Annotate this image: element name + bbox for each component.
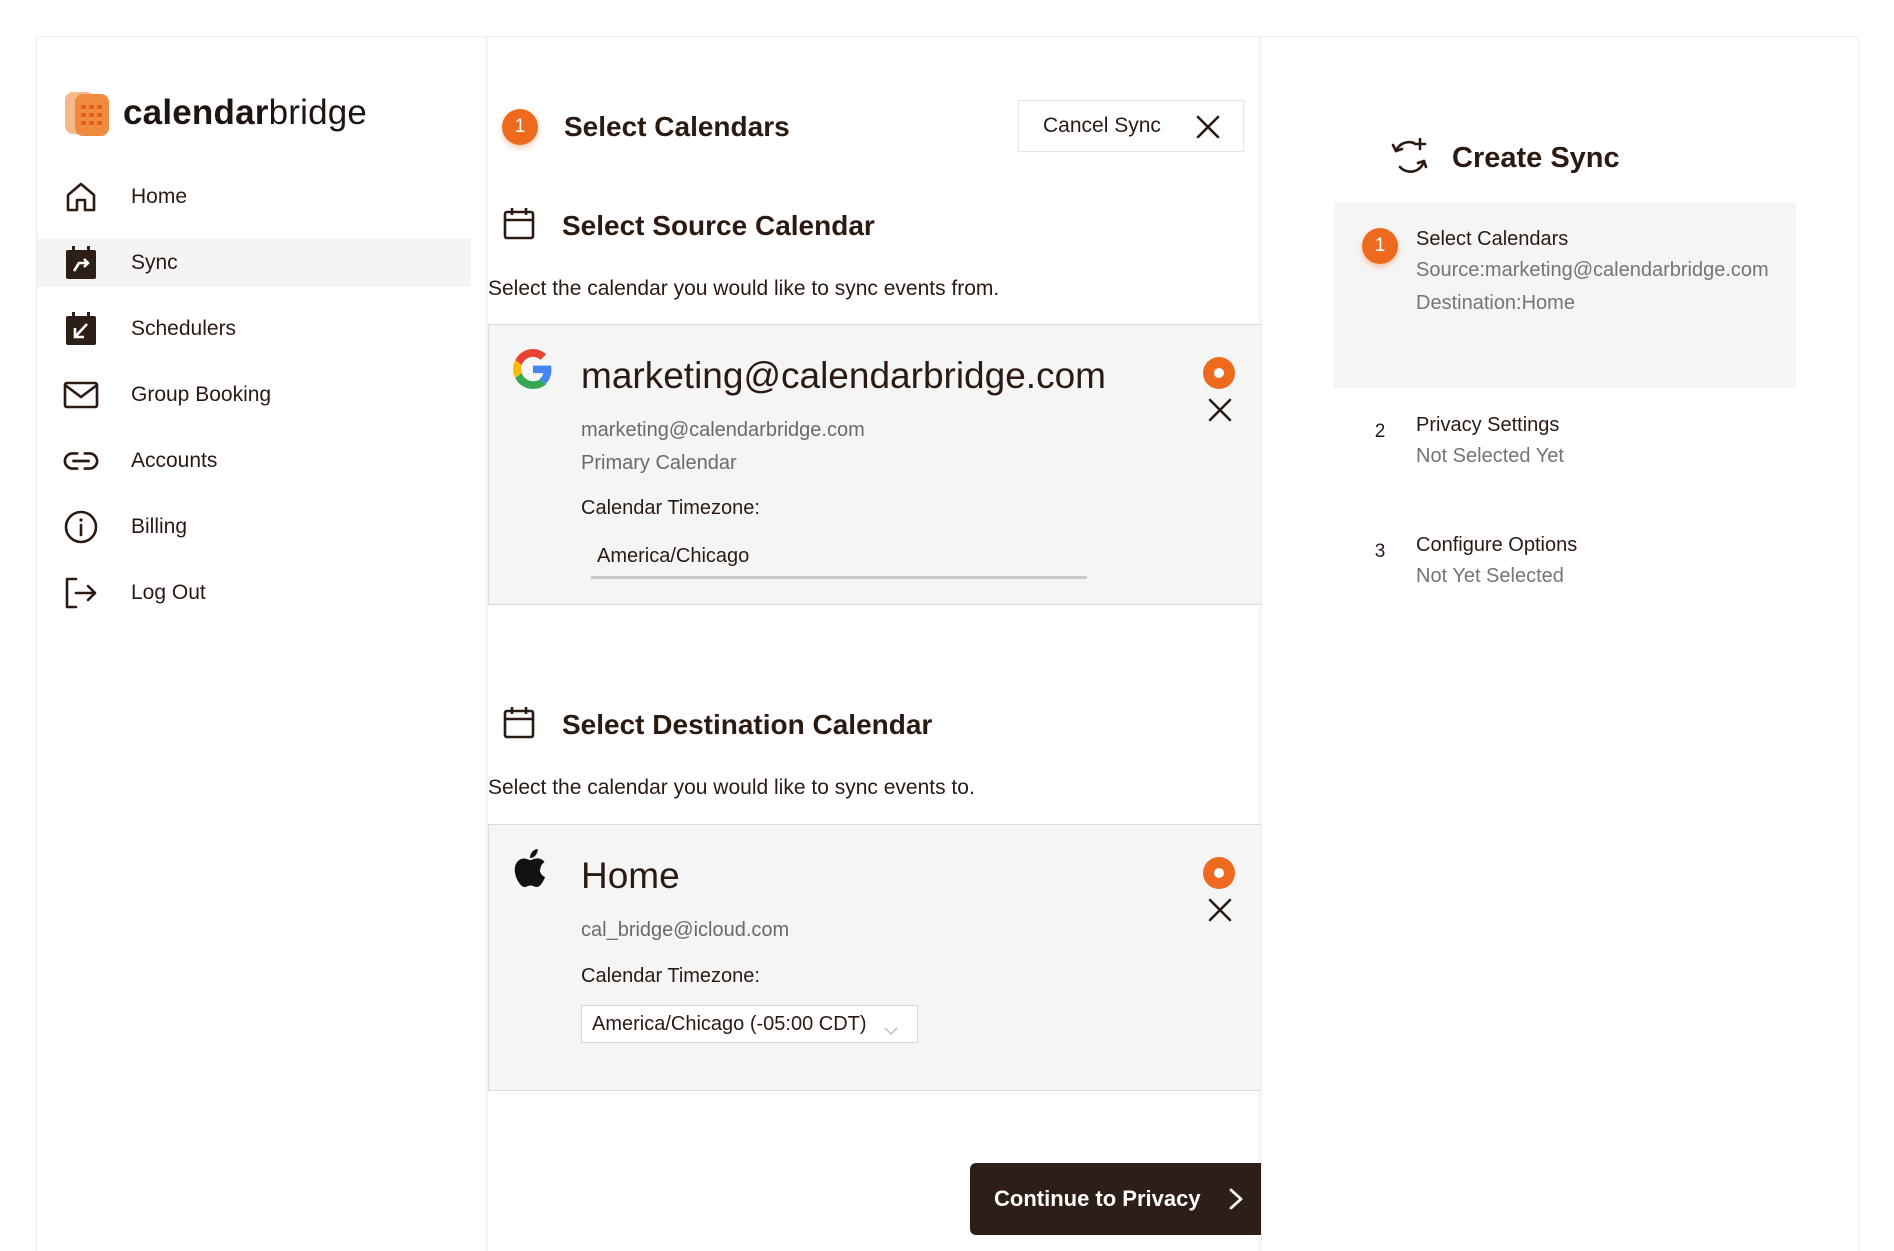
sidebar-item-sync[interactable]: Sync <box>37 239 471 287</box>
source-calendar-email: marketing@calendarbridge.com <box>581 419 865 441</box>
sidebar-item-home[interactable]: Home <box>37 173 471 221</box>
destination-timezone-select[interactable]: America/Chicago (-05:00 CDT) <box>581 1005 918 1043</box>
main-panel: 1 Select Calendars Cancel Sync Select So… <box>487 36 1268 1251</box>
sidebar-item-label: Schedulers <box>131 317 237 340</box>
cancel-sync-label: Cancel Sync <box>1043 114 1161 137</box>
link-icon <box>63 443 99 479</box>
chevron-down-icon <box>883 1015 899 1051</box>
step-number-badge: 1 <box>1362 228 1398 264</box>
logout-icon <box>63 575 99 611</box>
sidebar-item-label: Sync <box>131 251 178 274</box>
destination-description: Select the calendar you would like to sy… <box>488 776 975 799</box>
step-label: Privacy Settings <box>1416 414 1560 436</box>
destination-calendar-card[interactable]: Home cal_bridge@icloud.com Calendar Time… <box>488 824 1262 1091</box>
destination-calendar-name: Home <box>581 855 680 896</box>
destination-calendar-email: cal_bridge@icloud.com <box>581 919 790 941</box>
step-label: Select Calendars <box>1416 228 1569 250</box>
remove-source-calendar-icon[interactable] <box>1207 397 1233 428</box>
close-icon <box>1195 114 1221 146</box>
sync-calendar-icon <box>63 245 99 281</box>
continue-to-privacy-button[interactable]: Continue to Privacy <box>970 1163 1268 1235</box>
source-timezone-label: Calendar Timezone: <box>581 497 760 519</box>
sync-steps-list: 1 Select Calendars Source:marketing@cale… <box>1334 202 1796 628</box>
sidebar-item-schedulers[interactable]: Schedulers <box>37 305 471 353</box>
step-detail: Not Selected Yet <box>1416 445 1564 467</box>
source-timezone-field[interactable]: America/Chicago <box>591 537 1087 579</box>
destination-timezone-value: America/Chicago (-05:00 CDT) <box>592 1013 867 1035</box>
source-calendar-type: Primary Calendar <box>581 452 737 474</box>
step-detail-destination: Destination:Home <box>1416 292 1575 314</box>
step-number-badge: 2 <box>1362 414 1398 450</box>
remove-destination-calendar-icon[interactable] <box>1207 897 1233 928</box>
source-calendar-card[interactable]: marketing@calendarbridge.com marketing@c… <box>488 324 1262 605</box>
calendarbridge-logo-icon <box>63 88 111 138</box>
sidebar-item-label: Billing <box>131 515 188 538</box>
google-icon <box>513 349 553 389</box>
sidebar-item-label: Group Booking <box>131 383 272 406</box>
step-configure-options[interactable]: 3 Configure Options Not Yet Selected <box>1334 508 1796 628</box>
destination-calendar-radio[interactable] <box>1203 857 1235 889</box>
continue-label: Continue to Privacy <box>994 1186 1201 1211</box>
sidebar-item-billing[interactable]: Billing <box>37 503 471 551</box>
info-icon <box>63 509 99 545</box>
mail-icon <box>63 377 99 413</box>
destination-timezone-label: Calendar Timezone: <box>581 965 760 987</box>
step-detail-source: Source:marketing@calendarbridge.com <box>1416 259 1769 281</box>
step-number-badge: 3 <box>1362 534 1398 570</box>
sidebar-item-group-booking[interactable]: Group Booking <box>37 371 471 419</box>
cancel-sync-button[interactable]: Cancel Sync <box>1018 100 1244 152</box>
destination-section-header: Select Destination Calendar <box>502 705 932 744</box>
sidebar-item-accounts[interactable]: Accounts <box>37 437 471 485</box>
chevron-right-icon <box>1228 1187 1244 1217</box>
calendar-icon <box>502 705 536 744</box>
step-detail: Not Yet Selected <box>1416 565 1564 587</box>
create-sync-header: Create Sync <box>1390 137 1620 180</box>
step-header: 1 Select Calendars <box>502 109 790 145</box>
sync-add-icon <box>1390 137 1430 180</box>
step-select-calendars[interactable]: 1 Select Calendars Source:marketing@cale… <box>1334 202 1796 388</box>
sidebar-item-label: Log Out <box>131 581 206 604</box>
sidebar: calendarbridge Home Sync Schedulers Grou… <box>36 36 486 1251</box>
brand-name: calendarbridge <box>123 93 368 132</box>
home-icon <box>63 179 99 215</box>
calendar-icon <box>502 206 536 245</box>
apple-icon <box>513 849 553 889</box>
sidebar-item-label: Home <box>131 185 188 208</box>
source-calendar-name: marketing@calendarbridge.com <box>581 355 1106 396</box>
sidebar-nav: Home Sync Schedulers Group Booking Accou… <box>37 173 471 635</box>
sidebar-item-log-out[interactable]: Log Out <box>37 569 471 617</box>
page-title: Select Calendars <box>564 111 790 142</box>
destination-section-title: Select Destination Calendar <box>562 708 933 740</box>
scheduler-icon <box>63 311 99 347</box>
step-label: Configure Options <box>1416 534 1578 556</box>
step-number-badge: 1 <box>502 109 538 145</box>
sidebar-item-label: Accounts <box>131 449 218 472</box>
source-calendar-radio[interactable] <box>1203 357 1235 389</box>
source-description: Select the calendar you would like to sy… <box>488 277 1000 300</box>
brand-logo[interactable]: calendarbridge <box>63 88 367 138</box>
create-sync-panel: Create Sync 1 Select Calendars Source:ma… <box>1261 36 1859 1251</box>
step-privacy-settings[interactable]: 2 Privacy Settings Not Selected Yet <box>1334 388 1796 508</box>
source-section-title: Select Source Calendar <box>562 209 875 241</box>
create-sync-title: Create Sync <box>1452 142 1620 174</box>
source-section-header: Select Source Calendar <box>502 206 875 245</box>
